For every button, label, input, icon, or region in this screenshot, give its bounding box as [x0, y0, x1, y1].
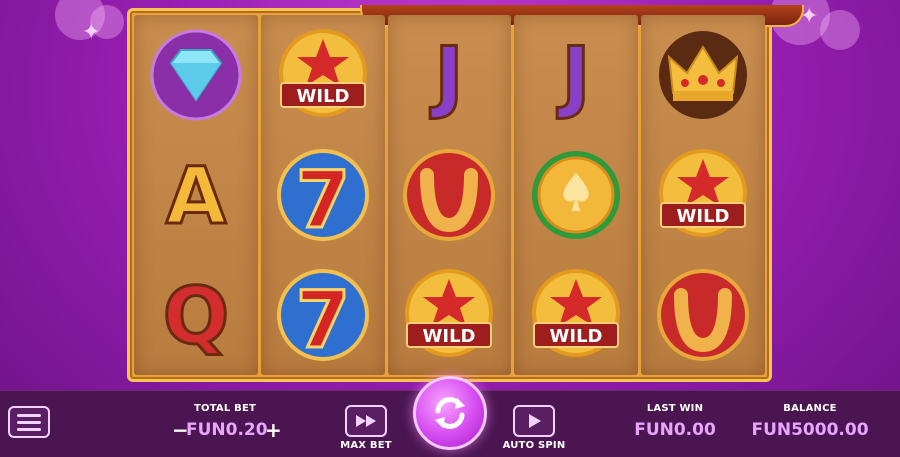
- letter-a-symbol: A: [146, 142, 246, 248]
- wild-symbol: WILD: [526, 262, 626, 368]
- horseshoe-symbol: [399, 142, 499, 248]
- sparkle-icon: ✦: [82, 20, 101, 45]
- menu-button[interactable]: [8, 406, 50, 438]
- wild-symbol: WILD: [653, 142, 753, 248]
- reel-2: WILD 7 7: [260, 15, 385, 375]
- wild-symbol: WILD: [273, 22, 373, 128]
- refresh-icon: [435, 397, 465, 429]
- crown-symbol: [653, 22, 753, 128]
- max-bet-label: MAX BET: [340, 440, 392, 451]
- letter-j-symbol: J: [399, 22, 499, 128]
- balance-label: BALANCE: [783, 403, 837, 414]
- svg-text:Q: Q: [163, 272, 229, 362]
- total-bet-label: TOTAL BET: [193, 403, 257, 414]
- svg-text:7: 7: [296, 156, 350, 246]
- max-bet-button[interactable]: [345, 405, 387, 437]
- last-win-label: LAST WIN: [646, 403, 704, 414]
- letter-j-symbol: J: [526, 22, 626, 128]
- auto-spin-button[interactable]: [513, 405, 555, 437]
- svg-text:WILD: WILD: [423, 326, 476, 347]
- seven-symbol: 7: [273, 262, 373, 368]
- diamond-symbol: [146, 22, 246, 128]
- wild-symbol: WILD: [399, 262, 499, 368]
- spin-button[interactable]: [413, 376, 487, 450]
- letter-q-symbol: Q: [146, 262, 246, 368]
- svg-text:WILD: WILD: [296, 86, 349, 107]
- play-icon: [529, 414, 541, 428]
- reel-1: AQ: [134, 15, 258, 375]
- reel-5: WILD: [641, 15, 765, 375]
- svg-text:A: A: [166, 152, 226, 242]
- last-win-value: FUN0.00: [634, 420, 716, 440]
- svg-text:J: J: [557, 32, 591, 122]
- spade-coin-symbol: [526, 142, 626, 248]
- fast-forward-icon: [356, 415, 376, 427]
- svg-text:WILD: WILD: [550, 326, 603, 347]
- balance-value: FUN5000.00: [751, 420, 869, 440]
- seven-symbol: 7: [273, 142, 373, 248]
- auto-spin-label: AUTO SPIN: [502, 440, 566, 451]
- reels-grid: AQ WILD 7 7J WILD J WILD WILD: [134, 15, 765, 375]
- horseshoe-symbol: [653, 262, 753, 368]
- hamburger-icon: [17, 413, 41, 417]
- reels-frame: AQ WILD 7 7J WILD J WILD WILD: [127, 5, 804, 382]
- svg-text:J: J: [430, 32, 464, 122]
- svg-text:WILD: WILD: [677, 206, 730, 227]
- reel-3: J WILD: [387, 15, 512, 375]
- total-bet-value: FUN0.20: [186, 420, 268, 440]
- reel-4: J WILD: [514, 15, 639, 375]
- increase-bet-button[interactable]: +: [265, 418, 282, 442]
- svg-text:7: 7: [296, 276, 350, 366]
- bokeh-light: [820, 10, 860, 50]
